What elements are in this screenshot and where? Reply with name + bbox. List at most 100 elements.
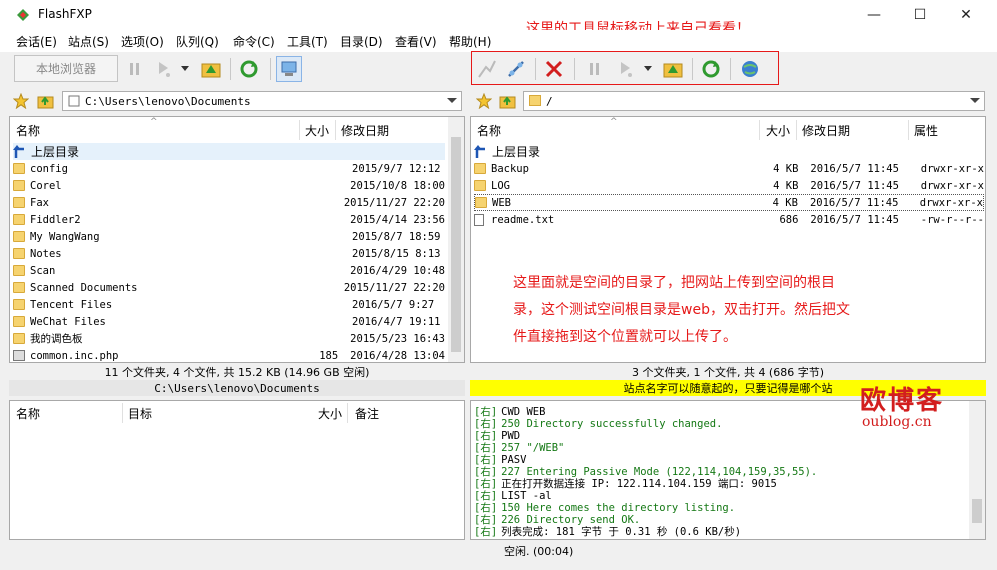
remote-col-date[interactable]: 修改日期 (802, 118, 851, 142)
queue-pane (9, 400, 465, 540)
log-text: 列表完成: 181 字节 于 0.31 秒 (0.6 KB/秒) (501, 526, 742, 538)
connect-icon[interactable] (474, 56, 500, 82)
flashfxp-app-icon (17, 9, 29, 21)
local-col-date[interactable]: 修改日期 (341, 118, 390, 142)
disconnect-icon[interactable] (541, 56, 567, 82)
local-col-size[interactable]: 大小 (305, 118, 330, 142)
file-attr: -rw-r--r-- (920, 213, 984, 226)
menu-item-2[interactable]: 选项(O) (121, 33, 164, 50)
file-date: 2015/8/15 8:13 (352, 247, 441, 260)
file-date: 2016/5/7 9:27 (352, 298, 435, 311)
local-file-row[interactable]: Notes 2015/8/15 8:13 (13, 245, 445, 262)
remote-col-name[interactable]: 名称 (477, 118, 502, 142)
quick-connect-icon[interactable] (503, 56, 529, 82)
watermark-logo: 欧博客 (860, 386, 945, 416)
file-attr: drwxr-xr-x (920, 162, 984, 175)
queue-col-size[interactable]: 大小 (318, 401, 343, 425)
file-date: 2015/11/27 22:20 (343, 281, 445, 294)
folder-icon (13, 282, 25, 293)
folder-icon (13, 163, 25, 174)
log-scrollbar[interactable] (969, 401, 985, 539)
annotation-directory-note: 件直接拖到这个位置就可以上传了。 (513, 329, 737, 345)
chevron-down-icon[interactable] (178, 56, 192, 82)
local-file-row[interactable]: Scanned Documents 2015/11/27 22:20 (13, 279, 445, 296)
chevron-down-icon[interactable] (641, 56, 655, 82)
remote-file-row[interactable]: LOG 4 KB 2016/5/7 11:45 drwxr-xr-x (474, 177, 984, 194)
remote-file-row[interactable]: Backup 4 KB 2016/5/7 11:45 drwxr-xr-x (474, 160, 984, 177)
folder-icon (13, 316, 25, 327)
local-file-row[interactable]: My WangWang 2015/8/7 18:59 (13, 228, 445, 245)
file-date: 2015/10/8 18:00 (350, 179, 445, 192)
local-parent-row[interactable]: 上层目录 (13, 143, 445, 160)
menu-item-4[interactable]: 命令(C) (233, 33, 275, 50)
file-date: 2016/4/29 10:48 (350, 264, 445, 277)
queue-col-note[interactable]: 备注 (355, 401, 380, 425)
remote-parent-row[interactable]: 上层目录 (474, 143, 982, 160)
file-date: 2015/4/14 23:56 (350, 213, 445, 226)
refresh-icon[interactable] (236, 56, 262, 82)
menu-item-8[interactable]: 帮助(H) (449, 33, 491, 50)
folder-icon (13, 265, 25, 276)
local-scrollbar[interactable] (448, 117, 464, 362)
menu-item-7[interactable]: 查看(V) (395, 33, 437, 50)
local-browser-button[interactable]: 本地浏览器 (14, 55, 118, 82)
local-status: 11 个文件夹, 4 个文件, 共 15.2 KB (14.96 GB 空闲) (104, 366, 370, 379)
local-file-row[interactable]: Tencent Files 2016/5/7 9:27 (13, 296, 445, 313)
local-file-row[interactable]: Fiddler2 2015/4/14 23:56 (13, 211, 445, 228)
local-file-row[interactable]: Scan 2016/4/29 10:48 (13, 262, 445, 279)
remote-refresh-folder-icon[interactable] (660, 56, 686, 82)
local-file-row[interactable]: WeChat Files 2016/4/7 19:11 (13, 313, 445, 330)
remote-pause-icon[interactable] (582, 56, 608, 82)
queue-col-name[interactable]: 名称 (16, 401, 41, 425)
local-file-row[interactable]: 我的调色板 2015/5/23 16:43 (13, 330, 445, 347)
file-date: 2016/5/7 11:45 (810, 179, 899, 192)
file-date: 2016/4/28 13:04 (350, 349, 445, 362)
pause-icon[interactable] (122, 56, 148, 82)
menu-item-1[interactable]: 站点(S) (68, 33, 109, 50)
file-name: WeChat Files (30, 315, 106, 328)
menu-item-5[interactable]: 工具(T) (287, 33, 328, 50)
remote-parent-folder-icon[interactable] (499, 93, 517, 109)
remote-col-attr[interactable]: 属性 (914, 118, 939, 142)
remote-sort-arrow-icon: ^ (610, 117, 618, 127)
parent-folder-icon[interactable] (37, 93, 55, 109)
maximize-button[interactable]: ☐ (897, 0, 943, 30)
remote-file-row[interactable]: WEB 4 KB 2016/5/7 11:45 drwxr-xr-x (474, 194, 984, 211)
menu-item-6[interactable]: 目录(D) (340, 33, 383, 50)
file-date: 2016/5/7 11:45 (810, 162, 899, 175)
file-name: Scanned Documents (30, 281, 138, 294)
star-icon[interactable] (12, 92, 31, 110)
remote-star-icon[interactable] (475, 92, 494, 110)
log-line: [右] 列表完成: 181 字节 于 0.31 秒 (0.6 KB/秒) (474, 524, 741, 539)
close-button[interactable]: ✕ (943, 0, 989, 30)
remote-col-size[interactable]: 大小 (766, 118, 791, 142)
remote-file-row[interactable]: readme.txt 686 2016/5/7 11:45 -rw-r--r-- (474, 211, 984, 228)
local-path-input[interactable]: C:\Users\lenovo\Documents (62, 91, 462, 111)
local-file-row[interactable]: Corel 2015/10/8 18:00 (13, 177, 445, 194)
transfer-icon[interactable] (152, 56, 178, 82)
folder-icon (474, 163, 486, 174)
file-date: 2016/4/7 19:11 (352, 315, 441, 328)
local-file-row[interactable]: common.inc.php 185 2016/4/28 13:04 (13, 347, 445, 364)
remote-path-input[interactable]: / (523, 91, 985, 111)
title-bar (0, 0, 997, 30)
remote-status: 3 个文件夹, 1 个文件, 共 4 (686 字节) (631, 366, 825, 379)
local-file-row[interactable]: config 2015/9/7 12:12 (13, 160, 445, 177)
file-size: 185 (319, 349, 339, 362)
file-date: 2016/5/7 11:45 (810, 213, 899, 226)
menu-item-3[interactable]: 队列(Q) (176, 33, 219, 50)
folder-icon (475, 197, 487, 208)
menu-item-0[interactable]: 会话(E) (16, 33, 57, 50)
file-size: 4 KB (772, 196, 798, 209)
computer-icon[interactable] (276, 56, 302, 82)
remote-transfer-icon[interactable] (614, 56, 640, 82)
minimize-button[interactable]: — (851, 0, 897, 30)
file-name: Tencent Files (30, 298, 113, 311)
refresh-folder-icon[interactable] (198, 56, 224, 82)
local-file-row[interactable]: Fax 2015/11/27 22:20 (13, 194, 445, 211)
globe-icon[interactable] (737, 56, 763, 82)
remote-refresh-icon[interactable] (698, 56, 724, 82)
folder-icon (13, 214, 25, 225)
queue-col-target[interactable]: 目标 (128, 401, 153, 425)
local-col-name[interactable]: 名称 (16, 118, 41, 142)
